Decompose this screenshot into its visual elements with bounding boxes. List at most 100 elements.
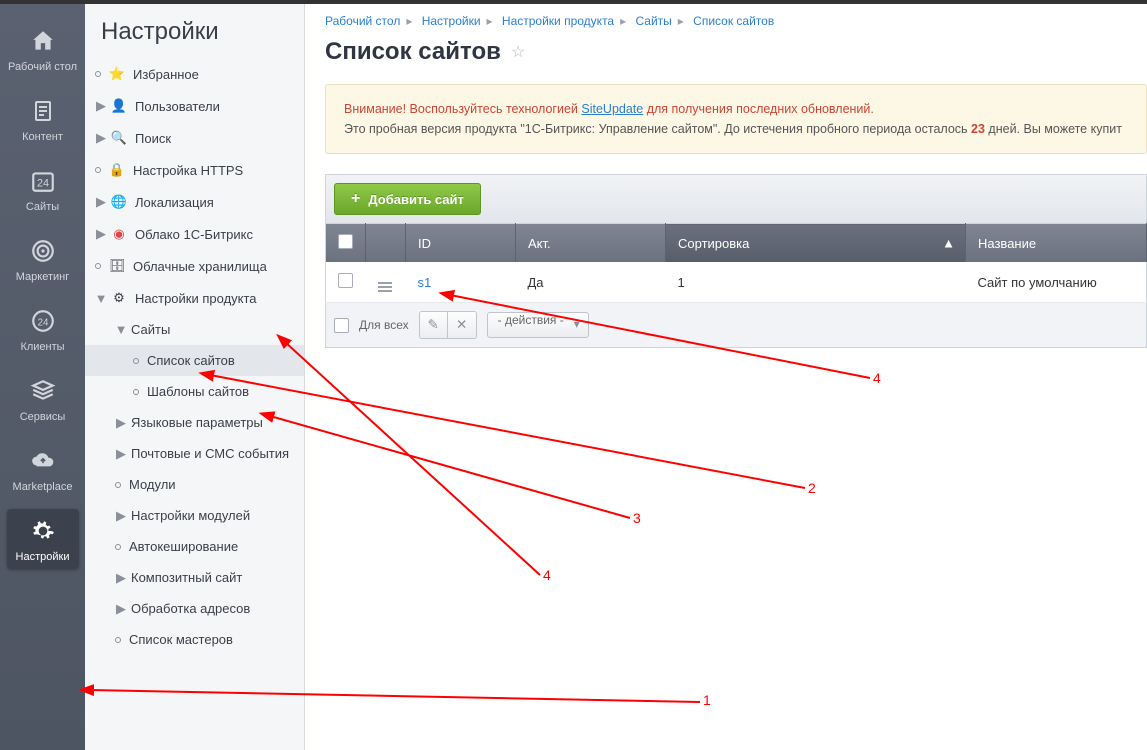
sidebar-item-https[interactable]: 🔒Настройка HTTPS xyxy=(85,154,304,186)
sidebar-item-search[interactable]: ▶🔍Поиск xyxy=(85,122,304,154)
sites-table: ID Акт. Сортировка▲ Название s1 Да 1 Сай… xyxy=(325,223,1147,303)
chevron-right-icon: ▶ xyxy=(115,510,127,522)
crumb[interactable]: Рабочий стол xyxy=(325,14,400,28)
crumb[interactable]: Настройки продукта xyxy=(502,14,614,28)
user-icon: 👤 xyxy=(111,98,127,114)
rail-sites[interactable]: 24 Сайты xyxy=(7,159,79,219)
col-id[interactable]: ID xyxy=(406,224,516,263)
sidebar-item-lang-params[interactable]: ▶Языковые параметры xyxy=(85,407,304,438)
home-icon xyxy=(27,25,59,57)
crumb[interactable]: Настройки xyxy=(422,14,481,28)
sidebar-item-site-templates[interactable]: Шаблоны сайтов xyxy=(85,376,304,407)
bullet-icon xyxy=(95,71,101,77)
sidebar-title: Настройки xyxy=(85,18,304,58)
actions-select[interactable]: - действия - xyxy=(487,312,589,338)
bullet-icon xyxy=(133,389,139,395)
col-sort[interactable]: Сортировка▲ xyxy=(666,224,966,263)
pencil-icon: ✎ xyxy=(428,317,439,332)
chevron-right-icon: ▶ xyxy=(95,228,107,240)
row-sort: 1 xyxy=(666,262,966,303)
sort-asc-icon: ▲ xyxy=(942,236,955,251)
main-content: Рабочий стол▸ Настройки▸ Настройки проду… xyxy=(305,4,1147,750)
rail-marketplace[interactable]: Marketplace xyxy=(7,439,79,499)
days-left: 23 xyxy=(971,122,985,136)
chevron-right-icon: ▶ xyxy=(95,100,107,112)
table-row[interactable]: s1 Да 1 Сайт по умолчанию xyxy=(326,262,1147,303)
sidebar-item-url-processing[interactable]: ▶Обработка адресов xyxy=(85,593,304,624)
globe-icon: 🌐 xyxy=(111,194,127,210)
gear-icon xyxy=(27,515,59,547)
toolbar: +Добавить сайт xyxy=(325,174,1147,223)
svg-text:24: 24 xyxy=(37,317,48,328)
sidebar-item-site-list[interactable]: Список сайтов xyxy=(85,345,304,376)
chevron-right-icon: ▶ xyxy=(95,196,107,208)
sidebar-item-sites[interactable]: ▼Сайты xyxy=(85,314,304,345)
row-checkbox[interactable] xyxy=(338,273,353,288)
cloud-icon xyxy=(27,445,59,477)
bullet-icon xyxy=(115,482,121,488)
target-icon xyxy=(27,235,59,267)
search-icon: 🔍 xyxy=(111,130,127,146)
col-name[interactable]: Название xyxy=(966,224,1147,263)
sidebar-item-favorites[interactable]: ⭐Избранное xyxy=(85,58,304,90)
sidebar-item-localization[interactable]: ▶🌐Локализация xyxy=(85,186,304,218)
sidebar-item-mail-sms[interactable]: ▶Почтовые и СМС события xyxy=(85,438,304,469)
sidebar-item-autocache[interactable]: Автокеширование xyxy=(85,531,304,562)
close-icon: ✕ xyxy=(456,317,467,332)
gear-icon: ⚙ xyxy=(111,290,127,306)
bullet-icon xyxy=(115,637,121,643)
rail-clients[interactable]: 24 Клиенты xyxy=(7,299,79,359)
chevron-right-icon: ▶ xyxy=(115,603,127,615)
rail-desktop[interactable]: Рабочий стол xyxy=(7,19,79,79)
rail-content[interactable]: Контент xyxy=(7,89,79,149)
for-all-label: Для всех xyxy=(359,318,409,332)
bitrix-icon: ◉ xyxy=(111,226,127,242)
svg-text:24: 24 xyxy=(36,177,48,189)
sidebar-item-users[interactable]: ▶👤Пользователи xyxy=(85,90,304,122)
table-footer: Для всех ✎ ✕ - действия - xyxy=(325,303,1147,348)
row-id-link[interactable]: s1 xyxy=(418,275,432,290)
calendar-icon: 24 xyxy=(27,165,59,197)
rail-services[interactable]: Сервисы xyxy=(7,369,79,429)
alert-box: Внимание! Воспользуйтесь технологией Sit… xyxy=(325,84,1147,154)
chevron-right-icon: ▶ xyxy=(115,572,127,584)
bullet-icon xyxy=(95,167,101,173)
row-menu-icon[interactable] xyxy=(378,282,392,292)
chevron-down-icon: ▼ xyxy=(95,292,107,304)
footer-checkbox[interactable] xyxy=(334,318,349,333)
favorite-star-icon[interactable]: ☆ xyxy=(511,42,525,62)
document-icon xyxy=(27,95,59,127)
rail-marketing[interactable]: Маркетинг xyxy=(7,229,79,289)
support-icon: 24 xyxy=(27,305,59,337)
sidebar-item-cloud-1c[interactable]: ▶◉Облако 1С-Битрикс xyxy=(85,218,304,250)
chevron-right-icon: ▶ xyxy=(95,132,107,144)
delete-button[interactable]: ✕ xyxy=(448,312,476,338)
plus-icon: + xyxy=(351,190,360,208)
bullet-icon xyxy=(133,358,139,364)
siteupdate-link[interactable]: SiteUpdate xyxy=(581,102,643,116)
sidebar: Настройки ⭐Избранное ▶👤Пользователи ▶🔍По… xyxy=(85,4,305,750)
breadcrumb: Рабочий стол▸ Настройки▸ Настройки проду… xyxy=(305,4,1147,28)
sidebar-item-wizards[interactable]: Список мастеров xyxy=(85,624,304,655)
sidebar-item-module-settings[interactable]: ▶Настройки модулей xyxy=(85,500,304,531)
sidebar-item-cloud-storage[interactable]: 🗄Облачные хранилища xyxy=(85,250,304,282)
sidebar-item-modules[interactable]: Модули xyxy=(85,469,304,500)
chevron-right-icon: ▶ xyxy=(115,417,127,429)
add-site-button[interactable]: +Добавить сайт xyxy=(334,183,481,215)
select-all-checkbox[interactable] xyxy=(338,234,353,249)
crumb[interactable]: Список сайтов xyxy=(693,14,774,28)
rail-settings[interactable]: Настройки xyxy=(7,509,79,569)
left-rail: Рабочий стол Контент 24 Сайты Маркетинг … xyxy=(0,4,85,750)
star-icon: ⭐ xyxy=(109,66,125,82)
col-active[interactable]: Акт. xyxy=(516,224,666,263)
row-name: Сайт по умолчанию xyxy=(966,262,1147,303)
page-title: Список сайтов xyxy=(325,38,501,66)
sidebar-item-composite[interactable]: ▶Композитный сайт xyxy=(85,562,304,593)
lock-icon: 🔒 xyxy=(109,162,125,178)
edit-button[interactable]: ✎ xyxy=(420,312,448,338)
layers-icon xyxy=(27,375,59,407)
sidebar-item-product-settings[interactable]: ▼⚙Настройки продукта xyxy=(85,282,304,314)
bullet-icon xyxy=(115,544,121,550)
chevron-down-icon: ▼ xyxy=(115,324,127,336)
crumb[interactable]: Сайты xyxy=(635,14,671,28)
